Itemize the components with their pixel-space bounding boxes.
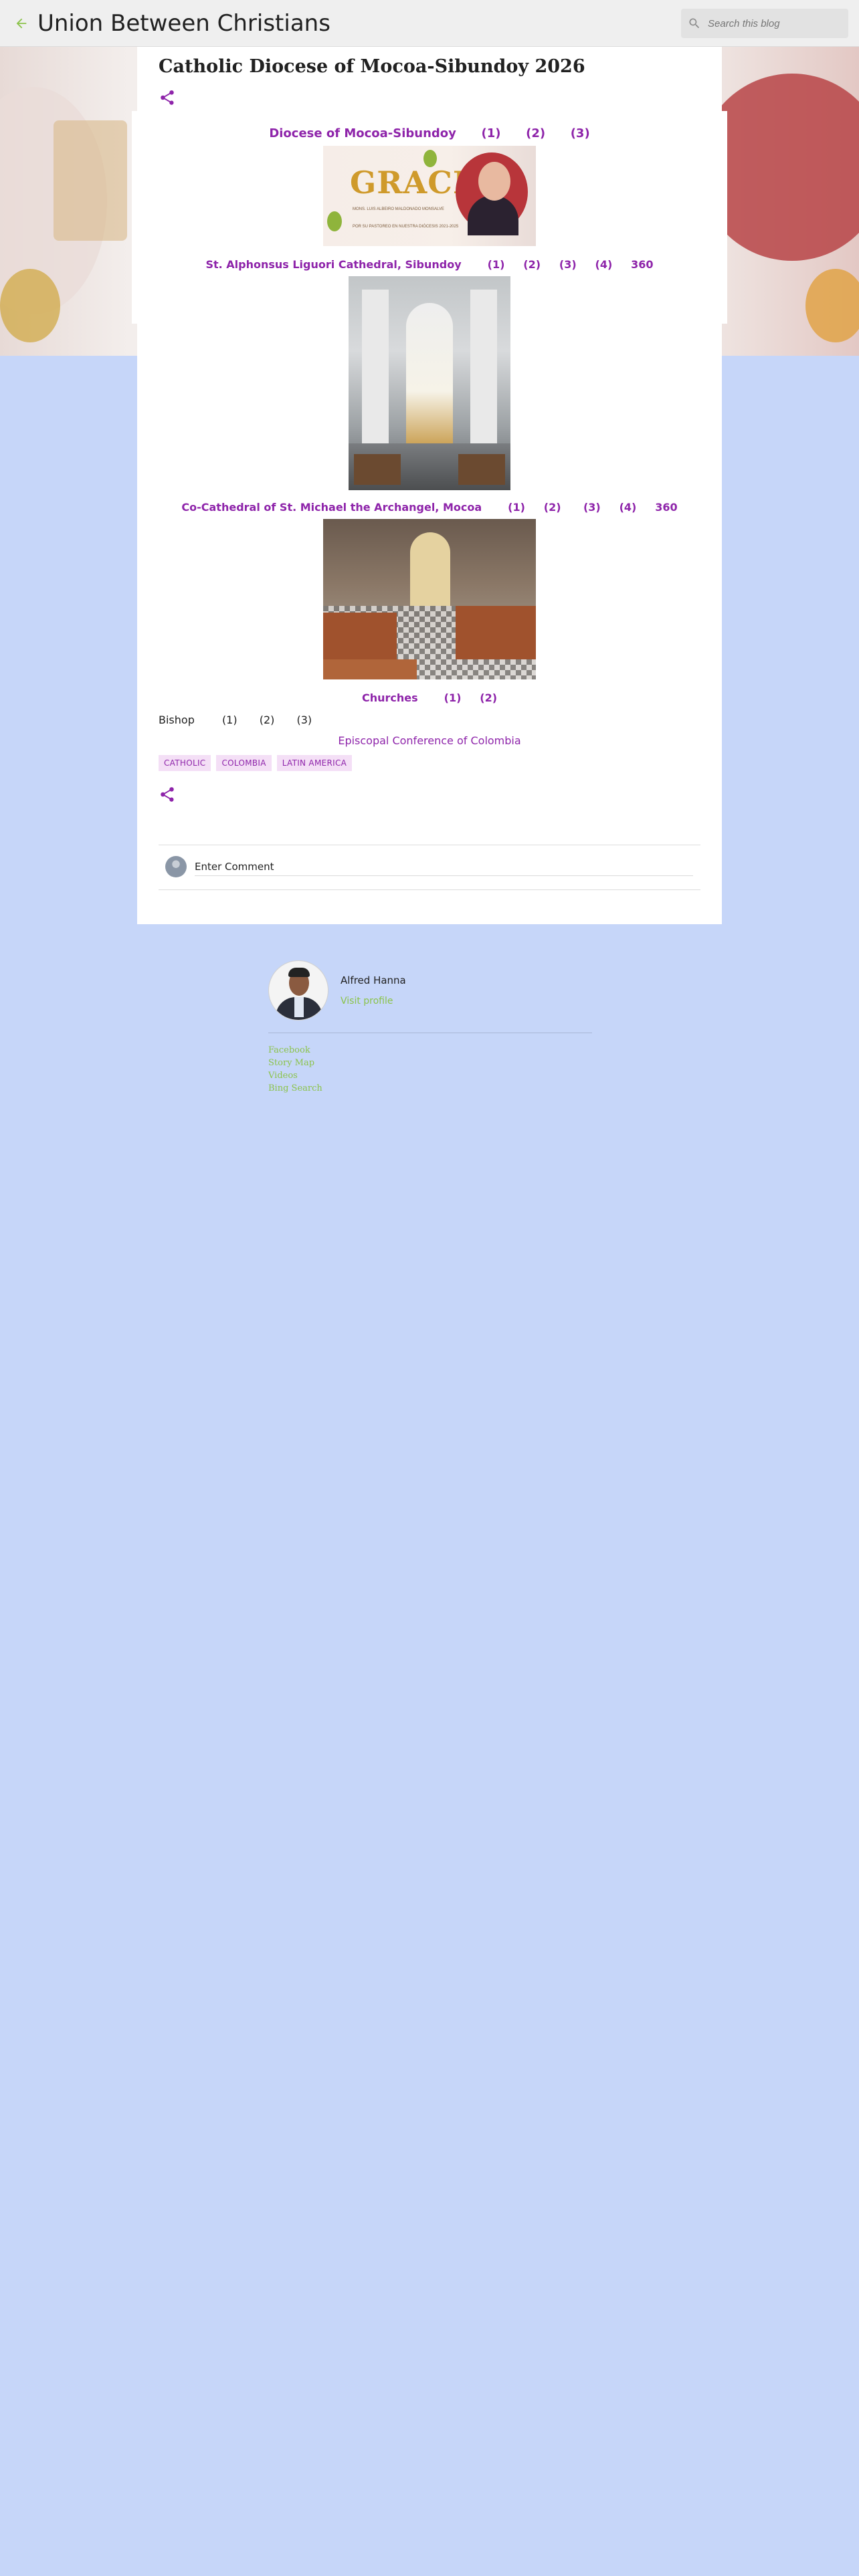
- bishop-link-2[interactable]: (2): [260, 714, 275, 726]
- diocese-link[interactable]: Diocese of Mocoa-Sibundoy: [269, 126, 456, 140]
- cathedral-link-1[interactable]: (1): [488, 258, 505, 271]
- cathedral-link-4[interactable]: (4): [595, 258, 613, 271]
- search-icon: [689, 18, 700, 29]
- label-catholic[interactable]: CATHOLIC: [159, 755, 211, 771]
- back-arrow-icon[interactable]: [8, 10, 35, 37]
- post-title: Catholic Diocese of Mocoa-Sibundoy 2026: [159, 56, 585, 77]
- blog-title[interactable]: Union Between Christians: [37, 10, 330, 37]
- profile-name[interactable]: Alfred Hanna: [341, 974, 406, 986]
- cocathedral-link-1[interactable]: (1): [508, 501, 525, 514]
- section-cocathedral: Co-Cathedral of St. Michael the Archange…: [159, 501, 700, 514]
- section-cathedral: St. Alphonsus Liguori Cathedral, Sibundo…: [159, 258, 700, 271]
- cathedral-link-2[interactable]: (2): [523, 258, 541, 271]
- profile-avatar[interactable]: [268, 960, 328, 1021]
- profile-link-facebook[interactable]: Facebook: [268, 1044, 592, 1057]
- section-churches: Churches (1) (2): [159, 691, 700, 704]
- episcopal-conference: Episcopal Conference of Colombia: [159, 734, 700, 747]
- episcopal-conference-link[interactable]: Episcopal Conference of Colombia: [338, 734, 520, 747]
- churches-link-2[interactable]: (2): [480, 691, 497, 704]
- diocese-link-3[interactable]: (3): [571, 126, 590, 140]
- cocathedral-interior-image[interactable]: [323, 519, 536, 679]
- divider: [159, 889, 700, 890]
- cocathedral-link-2[interactable]: (2): [544, 501, 561, 514]
- gracias-subline: MONS. LUIS ALBEIRO MALDONADO MONSALVE: [353, 207, 444, 211]
- comment-input[interactable]: [195, 857, 693, 876]
- bishop-link-3[interactable]: (3): [296, 714, 312, 726]
- comment-avatar-icon: [165, 856, 187, 877]
- profile-links: Facebook Story Map Videos Bing Search: [268, 1044, 592, 1095]
- search-box[interactable]: [681, 9, 848, 38]
- post-labels: CATHOLIC COLOMBIA LATIN AMERICA: [159, 755, 700, 771]
- cathedral-link-3[interactable]: (3): [559, 258, 577, 271]
- top-bar: Union Between Christians: [0, 0, 859, 47]
- diocese-link-1[interactable]: (1): [482, 126, 501, 140]
- churches-link-1[interactable]: (1): [444, 691, 462, 704]
- profile-link-bing-search[interactable]: Bing Search: [268, 1082, 592, 1095]
- section-diocese: Diocese of Mocoa-Sibundoy (1) (2) (3): [159, 126, 700, 140]
- cocathedral-link[interactable]: Co-Cathedral of St. Michael the Archange…: [181, 501, 482, 514]
- label-latin-america[interactable]: LATIN AMERICA: [276, 755, 353, 771]
- visit-profile-link[interactable]: Visit profile: [341, 996, 406, 1006]
- share-icon[interactable]: [159, 786, 176, 803]
- post-card: Catholic Diocese of Mocoa-Sibundoy 2026 …: [137, 47, 722, 924]
- bishop-line: Bishop (1) (2) (3): [159, 714, 700, 726]
- cocathedral-link-3[interactable]: (3): [583, 501, 601, 514]
- cathedral-link-360[interactable]: 360: [631, 258, 653, 271]
- label-colombia[interactable]: COLOMBIA: [216, 755, 272, 771]
- bishop-label: Bishop: [159, 714, 195, 726]
- gracias-bishop-image[interactable]: GRACIAS MONS. LUIS ALBEIRO MALDONADO MON…: [323, 146, 536, 246]
- bishop-link-1[interactable]: (1): [222, 714, 237, 726]
- search-input[interactable]: [708, 17, 828, 29]
- churches-link[interactable]: Churches: [362, 691, 418, 704]
- cathedral-link[interactable]: St. Alphonsus Liguori Cathedral, Sibundo…: [205, 258, 461, 271]
- gracias-subline-2: POR SU PASTOREO EN NUESTRA DIÓCESIS 2021…: [353, 225, 459, 229]
- share-icon[interactable]: [159, 89, 176, 106]
- comment-row: [159, 856, 700, 877]
- profile-link-videos[interactable]: Videos: [268, 1069, 592, 1082]
- cocathedral-link-4[interactable]: (4): [619, 501, 637, 514]
- cocathedral-link-360[interactable]: 360: [655, 501, 677, 514]
- profile-section: Alfred Hanna Visit profile Facebook Stor…: [268, 960, 592, 1095]
- diocese-link-2[interactable]: (2): [526, 126, 545, 140]
- cathedral-interior-image[interactable]: [349, 276, 510, 490]
- profile-link-story-map[interactable]: Story Map: [268, 1057, 592, 1069]
